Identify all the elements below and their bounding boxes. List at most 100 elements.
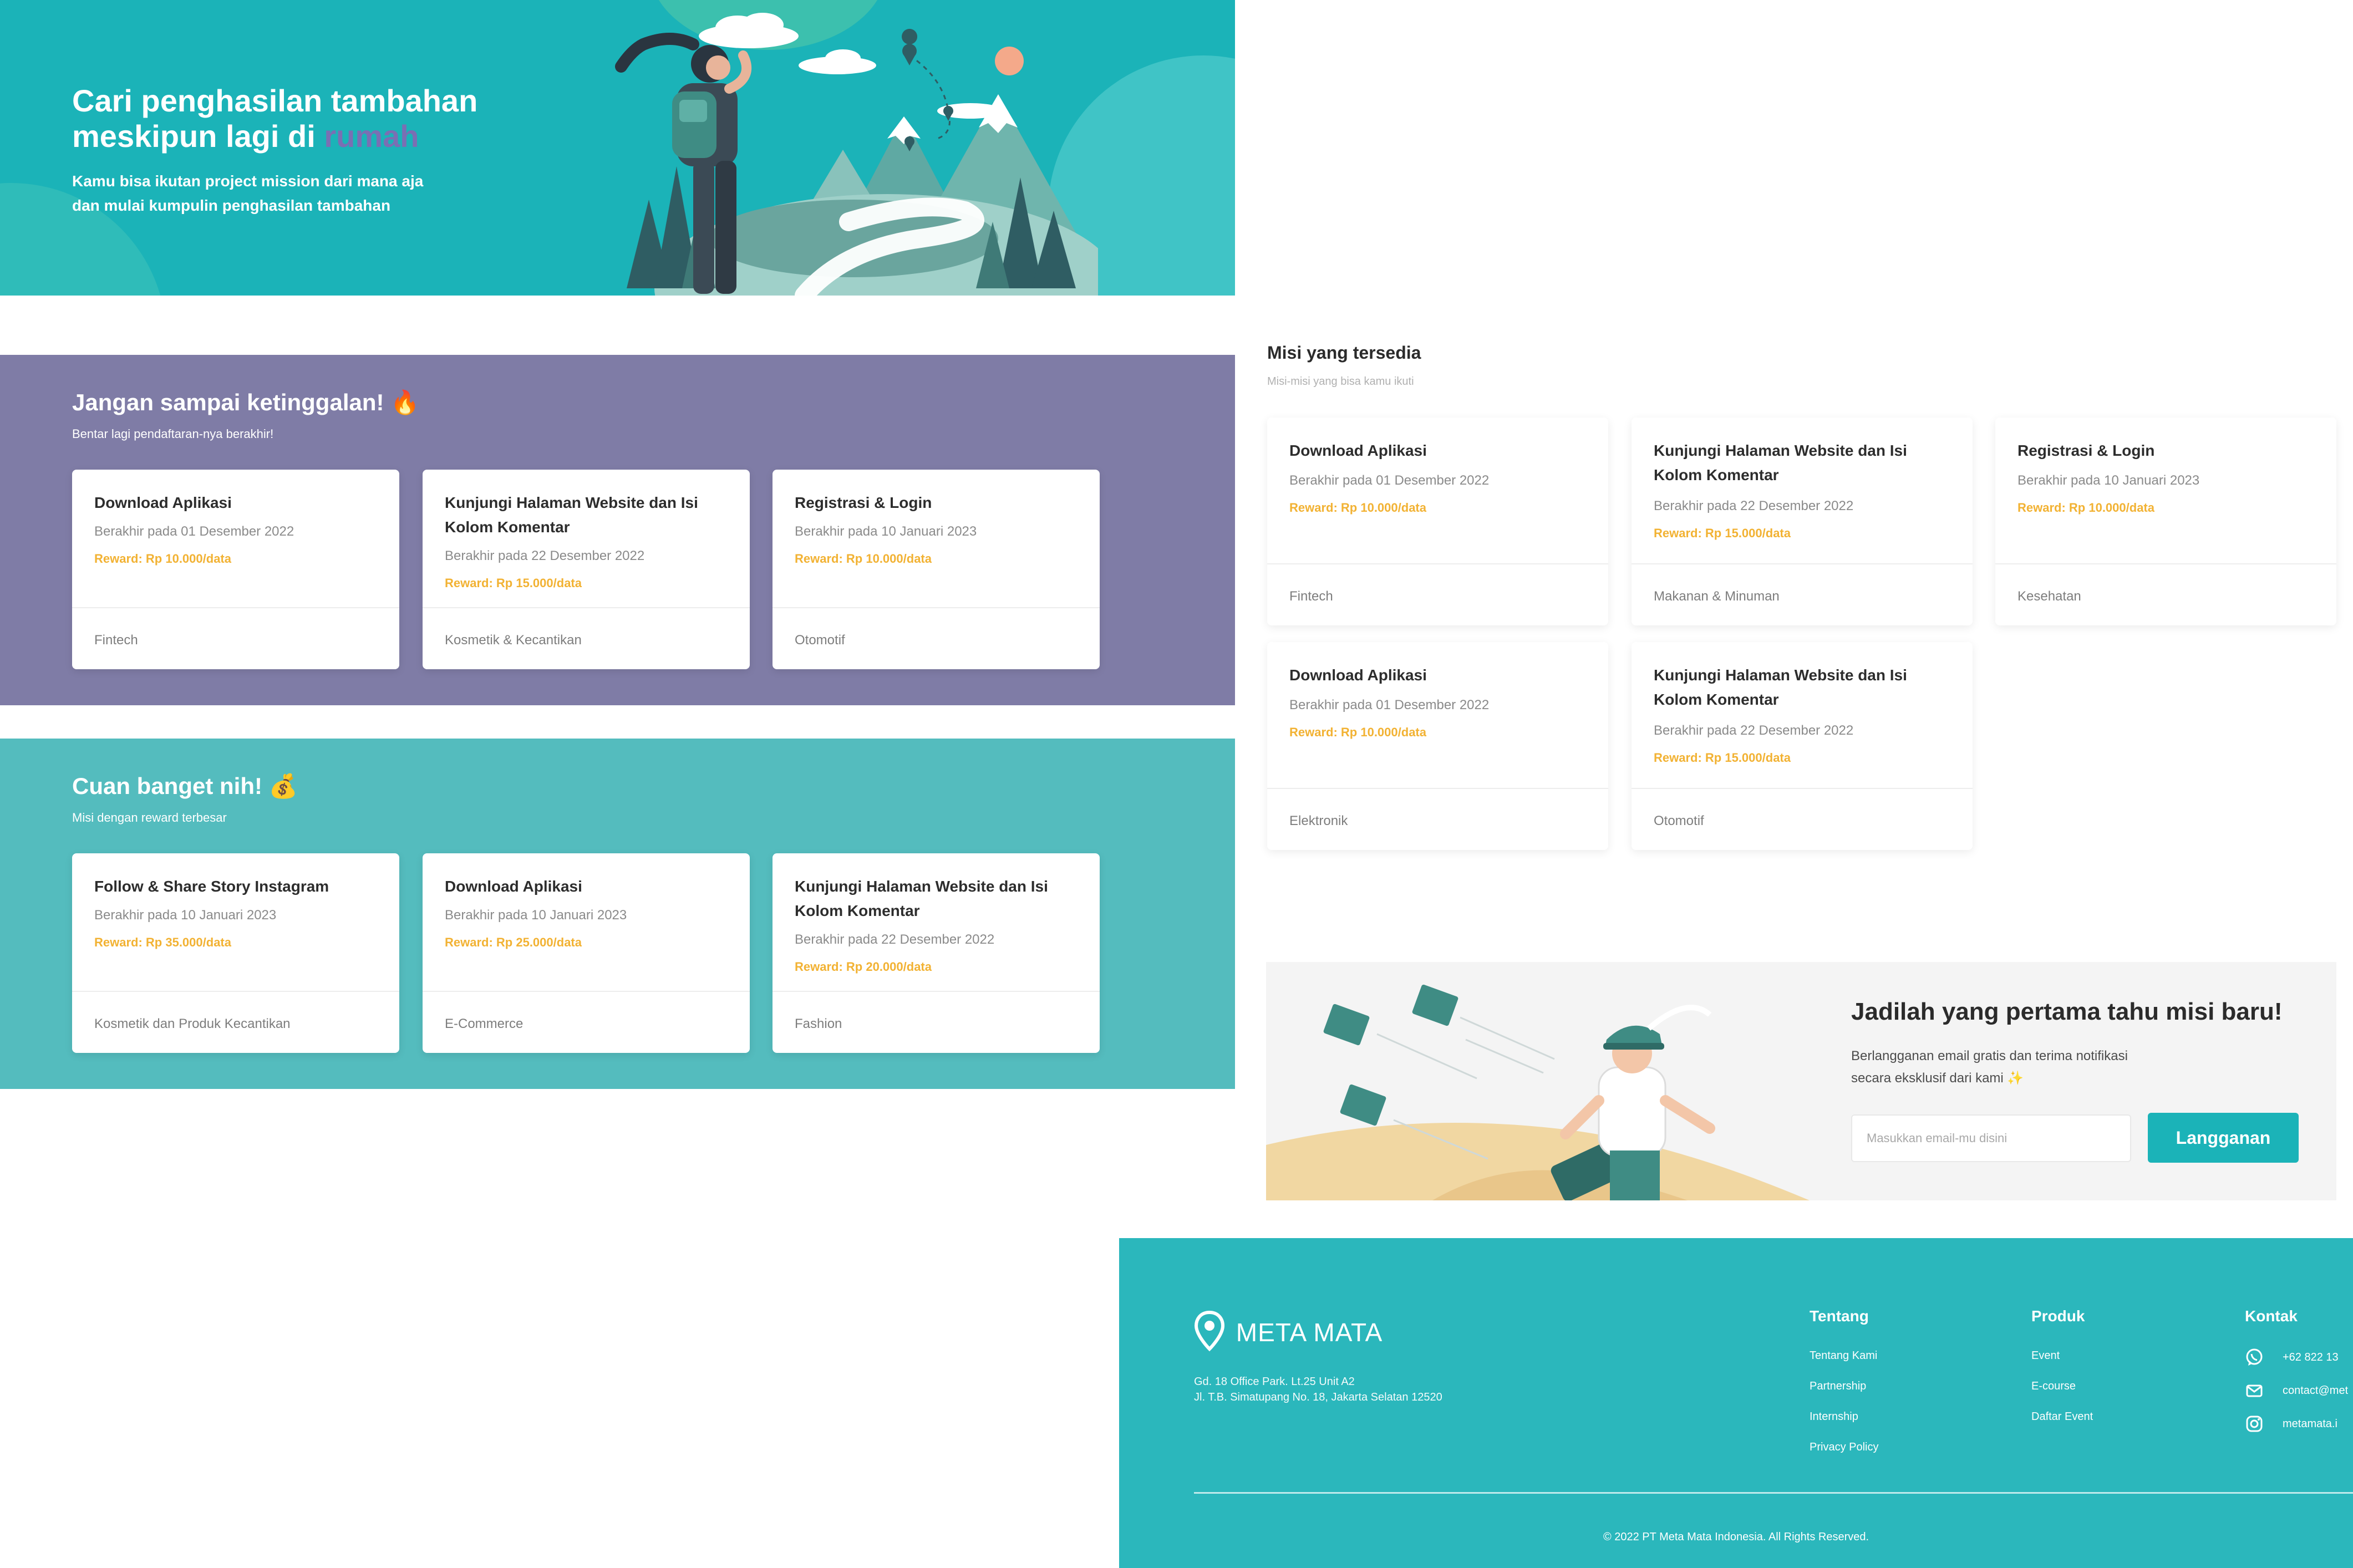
mission-reward: Reward: Rp 10.000/data: [94, 552, 231, 566]
footer-link[interactable]: Event: [2031, 1341, 2093, 1371]
footer-link[interactable]: Tentang Kami: [1810, 1341, 1878, 1371]
card-divider: [1632, 788, 1973, 789]
mission-card[interactable]: Download Aplikasi Berakhir pada 10 Janua…: [423, 853, 750, 1053]
mission-card[interactable]: Download Aplikasi Berakhir pada 01 Desem…: [72, 470, 399, 669]
whatsapp-icon: [2246, 1348, 2263, 1366]
hero-illustration: [615, 13, 1098, 296]
footer-link[interactable]: Partnership: [1810, 1371, 1878, 1402]
instagram-icon: [2246, 1416, 2263, 1432]
mission-deadline: Berakhir pada 22 Desember 2022: [1654, 498, 1854, 513]
mission-category: Otomotif: [1654, 813, 1704, 828]
footer-heading: Kontak: [2245, 1307, 2298, 1325]
mission-reward: Reward: Rp 15.000/data: [445, 576, 582, 590]
mission-reward: Reward: Rp 10.000/data: [2017, 501, 2154, 515]
mission-reward: Reward: Rp 25.000/data: [445, 935, 582, 949]
card-divider: [72, 607, 399, 608]
mission-card[interactable]: Registrasi & Login Berakhir pada 10 Janu…: [1995, 418, 2336, 625]
mission-reward: Reward: Rp 10.000/data: [1289, 725, 1426, 739]
subscribe-button[interactable]: Langganan: [2148, 1113, 2299, 1163]
footer-link[interactable]: Internship: [1810, 1402, 1878, 1432]
mission-reward: Reward: Rp 20.000/data: [795, 960, 932, 974]
hero-title-accent: rumah: [324, 119, 419, 154]
footer-heading: Produk: [2031, 1307, 2085, 1325]
footer-heading: Tentang: [1810, 1307, 1869, 1325]
hero-banner: Cari penghasilan tambahan meskipun lagi …: [0, 0, 1235, 296]
footer-link[interactable]: Privacy Policy: [1810, 1432, 1878, 1463]
urgent-title: Jangan sampai ketinggalan! 🔥: [72, 389, 420, 415]
mission-card[interactable]: Download Aplikasi Berakhir pada 01 Desem…: [1267, 418, 1608, 625]
mission-category: Makanan & Minuman: [1654, 589, 1780, 604]
mission-category: Fintech: [1289, 589, 1333, 604]
company-address: Gd. 18 Office Park. Lt.25 Unit A2 Jl. T.…: [1194, 1376, 1442, 1403]
footer-col-kontak: Kontak +62 822 13 contact@met metamata.i: [2245, 1307, 2348, 1440]
brand-name: META MATA: [1236, 1318, 1383, 1347]
mission-category: Kesehatan: [2017, 589, 2081, 604]
mission-card[interactable]: Kunjungi Halaman Website dan Isi Kolom K…: [423, 470, 750, 669]
mission-card[interactable]: Kunjungi Halaman Website dan Isi Kolom K…: [1632, 418, 1973, 625]
urgent-subtitle: Bentar lagi pendaftaran-nya berakhir!: [72, 427, 274, 441]
mission-deadline: Berakhir pada 01 Desember 2022: [94, 524, 294, 539]
contact-email[interactable]: contact@met: [2245, 1374, 2348, 1407]
copyright: © 2022 PT Meta Mata Indonesia. All Right…: [1603, 1531, 1869, 1543]
courier-illustration: [1266, 984, 1810, 1200]
newsletter-subtitle: Berlangganan email gratis dan terima not…: [1851, 1048, 2128, 1086]
email-input[interactable]: Masukkan email-mu disini: [1851, 1114, 2131, 1162]
mission-title: Kunjungi Halaman Website dan Isi Kolom K…: [1654, 666, 1907, 708]
newsletter-title: Jadilah yang pertama tahu misi baru!: [1851, 998, 2283, 1025]
footer-divider: [1194, 1492, 2353, 1494]
card-divider: [423, 607, 750, 608]
mission-deadline: Berakhir pada 22 Desember 2022: [445, 548, 645, 563]
mission-category: Fintech: [94, 633, 138, 648]
mission-deadline: Berakhir pada 22 Desember 2022: [1654, 723, 1854, 738]
mission-card[interactable]: Kunjungi Halaman Website dan Isi Kolom K…: [773, 853, 1100, 1053]
mission-title: Download Aplikasi: [94, 494, 232, 511]
mission-category: Kosmetik & Kecantikan: [445, 633, 582, 648]
newsletter-banner: Jadilah yang pertama tahu misi baru! Ber…: [1266, 962, 2336, 1200]
card-divider: [773, 607, 1100, 608]
mission-deadline: Berakhir pada 01 Desember 2022: [1289, 473, 1490, 488]
card-divider: [423, 991, 750, 992]
mission-title: Kunjungi Halaman Website dan Isi Kolom K…: [445, 494, 698, 536]
mission-title: Registrasi & Login: [2017, 442, 2155, 459]
card-divider: [1267, 788, 1608, 789]
footer-col-produk: Produk Event E-course Daftar Event: [2031, 1307, 2093, 1432]
mission-deadline: Berakhir pada 10 Januari 2023: [2017, 473, 2200, 488]
available-title: Misi yang tersedia: [1267, 343, 1421, 363]
card-divider: [72, 991, 399, 992]
brand-logo[interactable]: META MATA: [1194, 1310, 1383, 1355]
hero-title: Cari penghasilan tambahan meskipun lagi …: [72, 83, 478, 154]
cuan-section: Cuan banget nih! 💰 Misi dengan reward te…: [0, 739, 1235, 1089]
mission-reward: Reward: Rp 10.000/data: [1289, 501, 1426, 515]
urgent-section: Jangan sampai ketinggalan! 🔥 Bentar lagi…: [0, 355, 1235, 705]
mission-title: Download Aplikasi: [1289, 442, 1427, 459]
mission-reward: Reward: Rp 10.000/data: [795, 552, 932, 566]
card-divider: [1995, 563, 2336, 564]
mission-category: Otomotif: [795, 633, 845, 648]
footer-link[interactable]: E-course: [2031, 1371, 2093, 1402]
mission-card[interactable]: Follow & Share Story Instagram Berakhir …: [72, 853, 399, 1053]
mission-card[interactable]: Kunjungi Halaman Website dan Isi Kolom K…: [1632, 642, 1973, 850]
mission-reward: Reward: Rp 15.000/data: [1654, 526, 1791, 540]
mission-category: Elektronik: [1289, 813, 1348, 828]
mission-title: Download Aplikasi: [445, 878, 582, 895]
mission-reward: Reward: Rp 35.000/data: [94, 935, 231, 949]
mission-title: Follow & Share Story Instagram: [94, 878, 329, 895]
hero-subtitle: Kamu bisa ikutan project mission dari ma…: [72, 172, 424, 214]
mission-card[interactable]: Download Aplikasi Berakhir pada 01 Desem…: [1267, 642, 1608, 850]
contact-instagram[interactable]: metamata.i: [2245, 1407, 2348, 1440]
footer-link[interactable]: Daftar Event: [2031, 1402, 2093, 1432]
mission-title: Kunjungi Halaman Website dan Isi Kolom K…: [1654, 442, 1907, 483]
cuan-subtitle: Misi dengan reward terbesar: [72, 811, 227, 824]
cuan-title: Cuan banget nih! 💰: [72, 773, 298, 799]
available-subtitle: Misi-misi yang bisa kamu ikuti: [1267, 375, 1414, 388]
contact-phone[interactable]: +62 822 13: [2245, 1341, 2348, 1374]
mission-card[interactable]: Registrasi & Login Berakhir pada 10 Janu…: [773, 470, 1100, 669]
mission-category: Kosmetik dan Produk Kecantikan: [94, 1016, 291, 1031]
mission-category: Fashion: [795, 1016, 842, 1031]
mission-deadline: Berakhir pada 10 Januari 2023: [94, 908, 277, 923]
card-divider: [1267, 563, 1608, 564]
card-divider: [773, 991, 1100, 992]
location-pin-icon: [1194, 1310, 1225, 1352]
mission-deadline: Berakhir pada 10 Januari 2023: [795, 524, 977, 539]
footer: META MATA Gd. 18 Office Park. Lt.25 Unit…: [1119, 1238, 2353, 1568]
